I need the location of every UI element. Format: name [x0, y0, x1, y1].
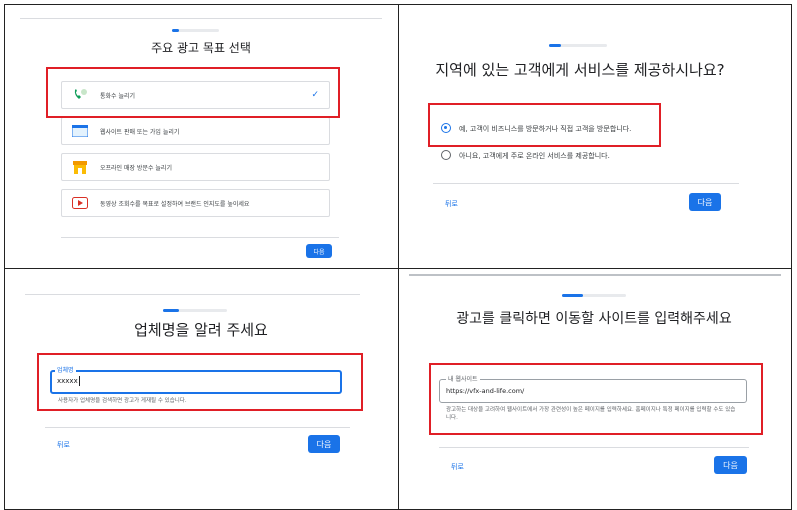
- page-title: 광고를 클릭하면 이동할 사이트를 입력해주세요: [456, 311, 732, 327]
- back-link[interactable]: 뒤로: [451, 462, 464, 472]
- next-button[interactable]: 다음: [308, 435, 340, 453]
- progress-bar: [163, 309, 227, 312]
- video-icon: [72, 196, 88, 210]
- goal-option-video[interactable]: 동영상 조회수를 목표로 설정하여 브랜드 인지도를 높이세요: [61, 189, 330, 217]
- store-icon: [72, 160, 88, 174]
- back-link[interactable]: 뒤로: [445, 199, 458, 209]
- top-divider: [25, 294, 360, 295]
- goal-option-website[interactable]: 웹사이트 판매 또는 가입 늘리기: [61, 117, 330, 145]
- panel-website: 광고를 클릭하면 이동할 사이트를 입력해주세요 내 웹사이트 https://…: [399, 269, 791, 509]
- footer-divider: [61, 237, 339, 238]
- progress-fill: [163, 309, 179, 312]
- next-button[interactable]: 다음: [689, 193, 721, 211]
- goal-option-store[interactable]: 오프라인 매장 방문수 늘리기: [61, 153, 330, 181]
- next-button[interactable]: 다음: [714, 456, 747, 474]
- page-title: 주요 광고 목표 선택: [151, 41, 251, 55]
- progress-fill: [172, 29, 179, 32]
- radio-no-label: 아니요, 고객에게 주로 온라인 서비스를 제공합니다.: [459, 152, 610, 160]
- back-link[interactable]: 뒤로: [57, 440, 70, 450]
- panel-service-area: 지역에 있는 고객에게 서비스를 제공하시나요? 예, 고객이 비즈니스를 방문…: [399, 5, 791, 267]
- highlight-box: [428, 103, 661, 147]
- progress-bar: [562, 294, 626, 297]
- top-divider: [20, 18, 382, 19]
- footer-divider: [439, 447, 749, 448]
- panel-ad-goal: 주요 광고 목표 선택 통화수 늘리기 ✓ 웹사이트 판매 또는 가입 늘리기 …: [5, 5, 397, 267]
- progress-fill: [549, 44, 561, 47]
- panel-business-name: 업체명을 알려 주세요 업체명 xxxxx 사용자가 업체명을 검색하면 광고가…: [5, 269, 397, 509]
- goal-option-label: 오프라인 매장 방문수 늘리기: [100, 164, 172, 172]
- highlight-box: [429, 363, 763, 435]
- highlight-box: [37, 353, 363, 411]
- goal-option-label: 동영상 조회수를 목표로 설정하여 브랜드 인지도를 높이세요: [100, 200, 250, 208]
- footer-divider: [45, 427, 350, 428]
- website-icon: [72, 124, 88, 138]
- page-title: 업체명을 알려 주세요: [134, 321, 268, 339]
- footer-divider: [433, 183, 739, 184]
- page-title: 지역에 있는 고객에게 서비스를 제공하시나요?: [435, 61, 725, 79]
- progress-fill: [562, 294, 583, 297]
- progress-bar: [172, 29, 219, 32]
- highlight-box: [46, 67, 340, 118]
- goal-option-label: 웹사이트 판매 또는 가입 늘리기: [100, 128, 180, 136]
- radio-no[interactable]: [441, 150, 451, 160]
- top-divider: [409, 274, 781, 276]
- progress-bar: [549, 44, 607, 47]
- next-button[interactable]: 다음: [306, 244, 332, 258]
